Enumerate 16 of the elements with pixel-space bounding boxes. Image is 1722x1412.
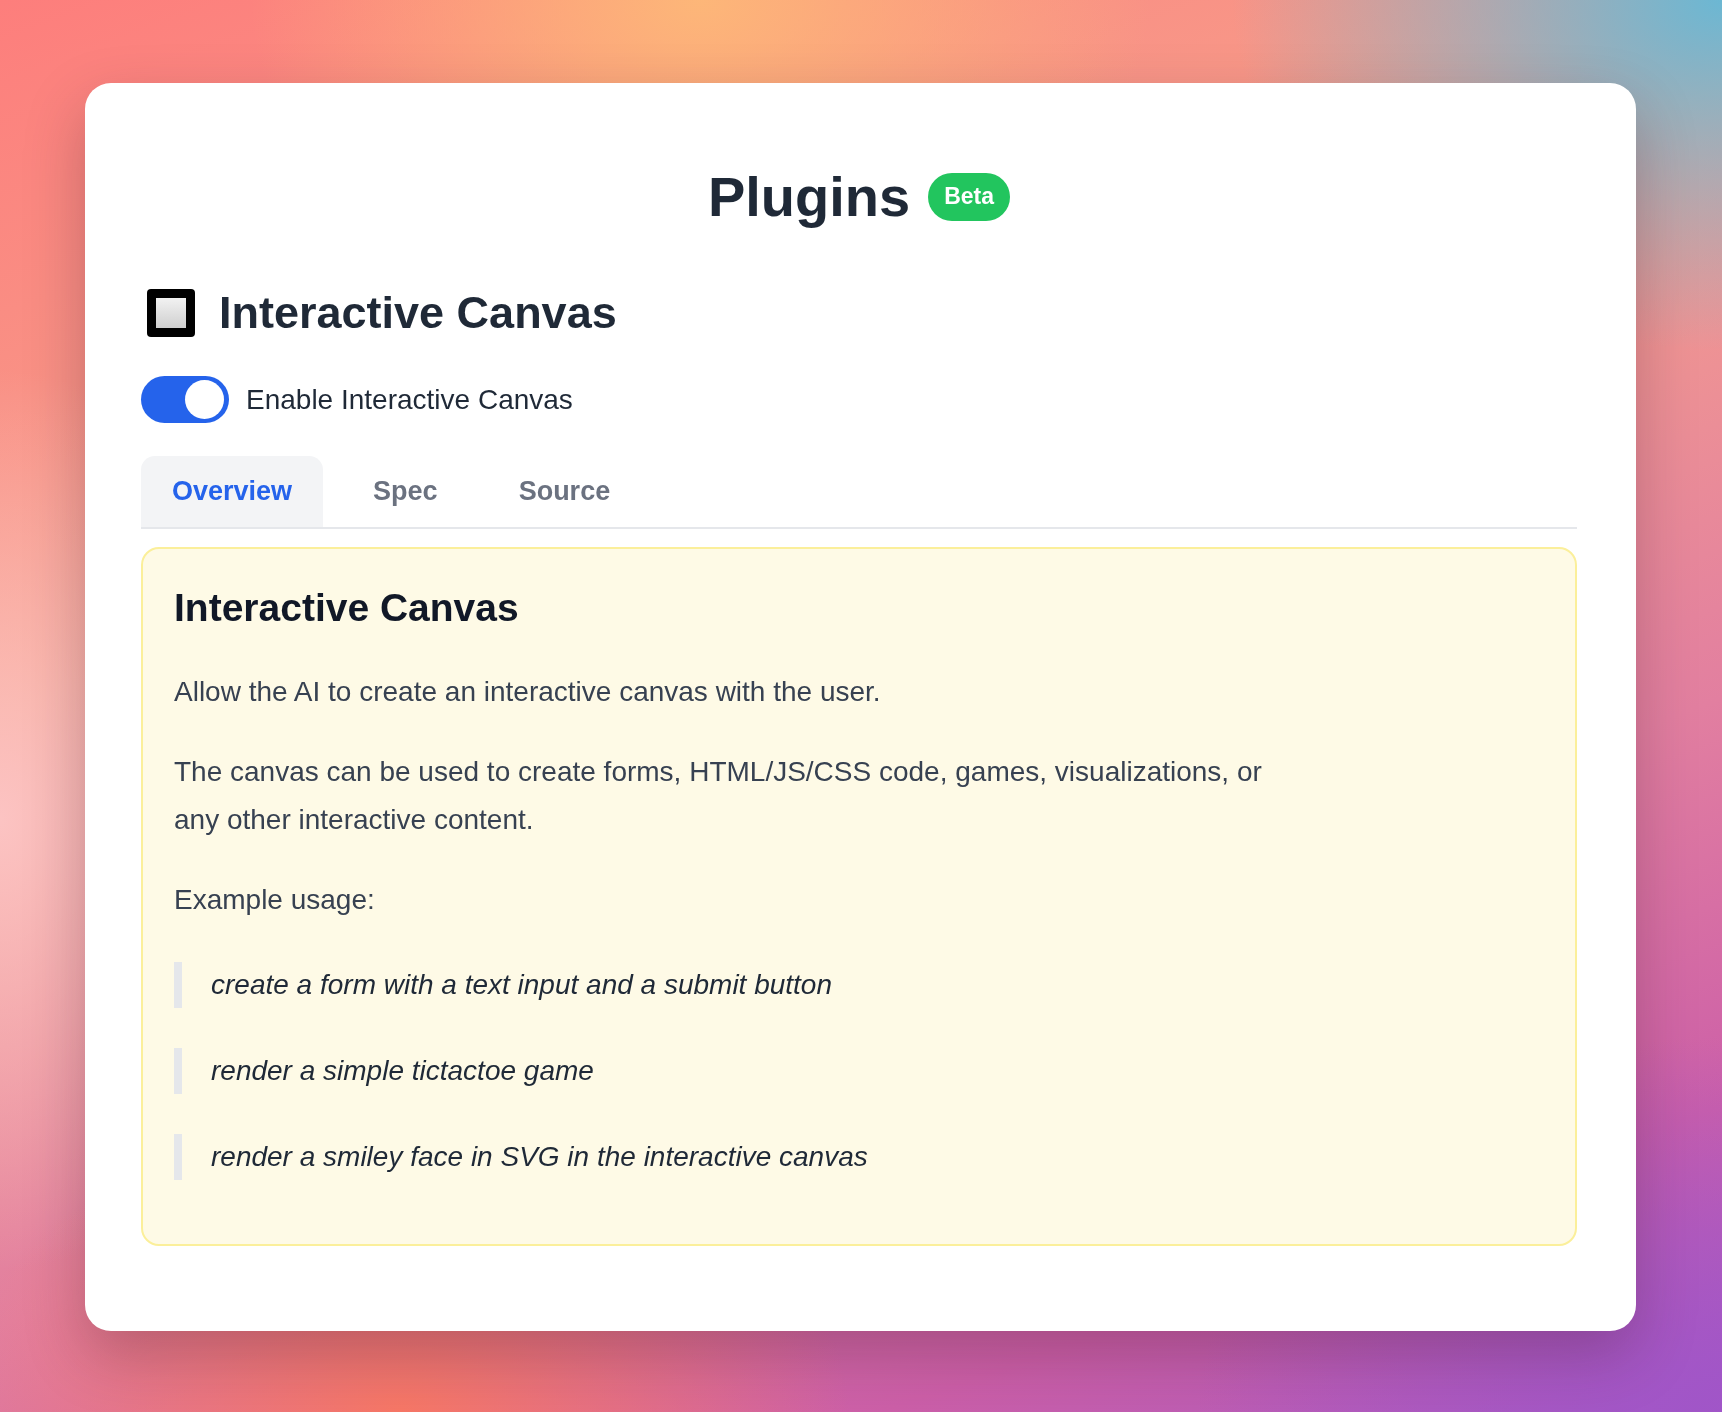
examples-label: Example usage:	[174, 883, 376, 917]
section-heading: Interactive Canvas	[174, 585, 520, 631]
plugin-title: Interactive Canvas	[219, 289, 617, 337]
enable-toggle[interactable]	[141, 376, 229, 423]
example-prompt: create a form with a text input and a submit button	[174, 962, 1543, 1008]
tab[interactable]: Overview	[141, 456, 324, 527]
example-prompt: render a simple tictactoe game	[174, 1048, 1543, 1094]
tab[interactable]: Source	[487, 456, 642, 527]
beta-badge: Beta	[928, 172, 1011, 221]
square-frame-icon	[147, 289, 195, 337]
toggle-label: Enable Interactive Canvas	[246, 382, 573, 417]
description-text: The canvas can be used to create forms, HTML/JS/CSS code, games, visualizations, or any other interactive content.	[174, 755, 1263, 837]
page-title: Plugins	[707, 164, 911, 230]
example-prompt: render a smiley face in SVG in the interactive canvas	[174, 1134, 1543, 1180]
tab[interactable]: Spec	[342, 456, 469, 527]
description-text: Allow the AI to create an interactive canvas with the user.	[174, 675, 882, 709]
